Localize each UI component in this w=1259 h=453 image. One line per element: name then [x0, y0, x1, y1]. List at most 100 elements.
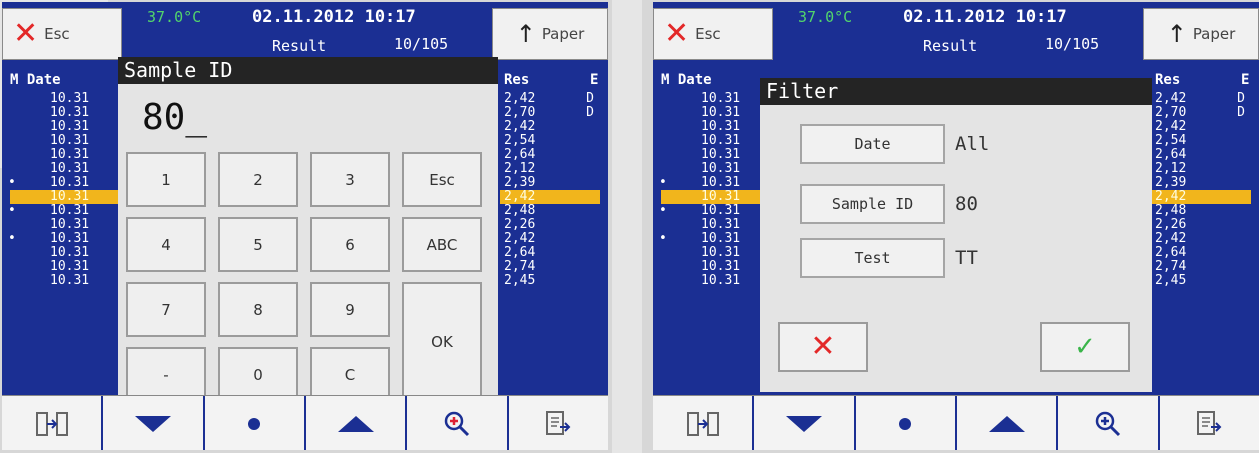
top-bar: ✕ Esc 37.0°C 02.11.2012 10:17 Result 10/… — [2, 2, 608, 65]
cancel-button[interactable]: ✕ — [778, 322, 868, 372]
split-view-button[interactable] — [2, 396, 104, 450]
table-row[interactable]: • 10.31 — [659, 176, 771, 190]
dialog-title: Filter — [760, 78, 1152, 105]
zoom-in-button[interactable] — [407, 396, 509, 450]
view-name: Result — [272, 37, 327, 55]
column-header-e: E — [1241, 72, 1250, 88]
date-time: 02.11.2012 10:17 — [903, 7, 1067, 27]
key-3[interactable]: 3 — [310, 152, 390, 207]
zoom-in-icon — [1095, 411, 1121, 436]
select-button[interactable] — [856, 396, 957, 450]
esc-button[interactable]: ✕ Esc — [653, 8, 773, 60]
key-minus[interactable]: - — [126, 347, 206, 402]
table-row[interactable]: 10.31 — [661, 218, 771, 232]
result-column: 2,42 D 2,70 D 2,42 2,54 2,64 2,12 2,39 2,4… — [1151, 92, 1251, 288]
result-cell: 2,42 — [504, 231, 536, 246]
table-row[interactable]: 10.31 — [10, 218, 120, 232]
key-0[interactable]: 0 — [218, 347, 298, 402]
split-view-button[interactable] — [653, 396, 755, 450]
table-row[interactable]: 10.31 — [10, 246, 120, 260]
key-1[interactable]: 1 — [126, 152, 206, 207]
result-cell: 2,70 D — [1155, 105, 1245, 120]
sample-id-input[interactable]: 80_ — [142, 97, 207, 138]
top-bar: ✕ Esc 37.0°C 02.11.2012 10:17 Result 10/… — [653, 2, 1259, 65]
result-cell: 2,48 — [1155, 203, 1187, 218]
table-row[interactable]: 10.31 — [661, 148, 771, 162]
scroll-up-button[interactable] — [957, 396, 1059, 450]
result-cell: 2,42 — [1155, 231, 1187, 246]
result-column: 2,42 D 2,70 D 2,42 2,54 2,64 2,12 2,39 2,4… — [500, 92, 600, 288]
export-icon — [1197, 410, 1222, 435]
result-cell-selected: 2,42 — [1151, 190, 1251, 204]
table-row[interactable]: 10.31 — [10, 134, 120, 148]
close-icon: ✕ — [810, 329, 836, 364]
table-row[interactable]: 10.31 — [661, 260, 771, 274]
table-row[interactable]: • 10.31 — [8, 204, 120, 218]
result-cell: 2,64 — [504, 245, 536, 260]
scroll-down-button[interactable] — [103, 396, 205, 450]
table-row[interactable]: 10.31 — [10, 106, 120, 120]
date-time: 02.11.2012 10:17 — [252, 7, 416, 27]
table-row[interactable]: 10.31 — [661, 246, 771, 260]
table-row[interactable]: 10.31 — [10, 260, 120, 274]
table-row-selected[interactable]: 10.31 — [661, 190, 771, 204]
table-row[interactable]: • 10.31 — [659, 232, 771, 246]
esc-button[interactable]: ✕ Esc — [2, 8, 122, 60]
result-cell: 2,39 — [504, 175, 536, 190]
table-row[interactable]: 10.31 — [661, 92, 771, 106]
result-cell: 2,42 — [504, 119, 536, 134]
key-7[interactable]: 7 — [126, 282, 206, 337]
result-cell: 2,54 — [504, 133, 536, 148]
result-cell: 2,42 D — [504, 91, 594, 106]
key-8[interactable]: 8 — [218, 282, 298, 337]
column-header-res: Res — [1155, 72, 1181, 88]
filter-sample-id-button[interactable]: Sample ID — [800, 184, 945, 224]
key-abc[interactable]: ABC — [402, 217, 482, 272]
table-row[interactable]: 10.31 — [661, 134, 771, 148]
table-row[interactable]: 10.31 — [10, 120, 120, 134]
paper-button[interactable]: ↑ Paper — [492, 8, 608, 60]
key-5[interactable]: 5 — [218, 217, 298, 272]
table-row[interactable]: • 10.31 — [659, 204, 771, 218]
filter-sample-id-value: 80 — [955, 193, 978, 215]
bottom-toolbar — [2, 395, 608, 450]
result-cell: 2,74 — [1155, 259, 1187, 274]
arrow-up-icon — [988, 415, 1025, 432]
paper-label: Paper — [1192, 25, 1236, 43]
key-esc[interactable]: Esc — [402, 152, 482, 207]
table-row[interactable]: 10.31 — [661, 274, 771, 288]
key-6[interactable]: 6 — [310, 217, 390, 272]
export-button[interactable] — [1160, 396, 1259, 450]
key-ok[interactable]: OK — [402, 282, 482, 402]
confirm-button[interactable]: ✓ — [1040, 322, 1130, 372]
zoom-in-button[interactable] — [1058, 396, 1160, 450]
table-row[interactable]: • 10.31 — [8, 176, 120, 190]
table-row[interactable]: 10.31 — [10, 162, 120, 176]
select-button[interactable] — [205, 396, 306, 450]
key-4[interactable]: 4 — [126, 217, 206, 272]
result-cell: 2,26 — [504, 217, 536, 232]
checkmark-icon: ✓ — [1074, 332, 1096, 362]
table-row[interactable]: 10.31 — [10, 148, 120, 162]
scroll-up-button[interactable] — [306, 396, 408, 450]
table-row-selected[interactable]: 10.31 — [10, 190, 120, 204]
result-cell: 2,26 — [1155, 217, 1187, 232]
table-row[interactable]: 10.31 — [661, 162, 771, 176]
key-9[interactable]: 9 — [310, 282, 390, 337]
table-row[interactable]: • 10.31 — [8, 232, 120, 246]
table-row[interactable]: 10.31 — [661, 120, 771, 134]
result-cell: 2,64 — [504, 147, 536, 162]
key-c[interactable]: C — [310, 347, 390, 402]
arrow-up-icon — [337, 415, 374, 432]
table-row[interactable]: 10.31 — [10, 92, 120, 106]
filter-date-button[interactable]: Date — [800, 124, 945, 164]
table-row[interactable]: 10.31 — [10, 274, 120, 288]
table-row[interactable]: 10.31 — [661, 106, 771, 120]
export-button[interactable] — [509, 396, 608, 450]
key-2[interactable]: 2 — [218, 152, 298, 207]
paper-button[interactable]: ↑ Paper — [1143, 8, 1259, 60]
bottom-toolbar — [653, 395, 1259, 450]
filter-test-button[interactable]: Test — [800, 238, 945, 278]
scroll-down-button[interactable] — [754, 396, 856, 450]
arrow-down-icon — [134, 415, 171, 432]
